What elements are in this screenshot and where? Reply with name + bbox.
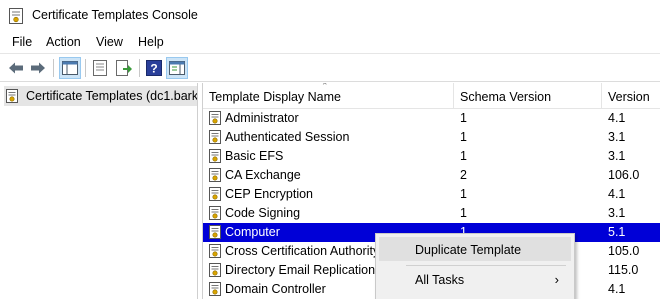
tree-item-label: Certificate Templates (dc1.barks	[26, 89, 198, 103]
forward-arrow-icon	[31, 62, 45, 74]
certificate-app-icon	[9, 8, 23, 24]
version-cell: 115.0	[608, 263, 639, 277]
schema-version-cell: 1	[460, 130, 467, 144]
schema-version-cell: 1	[460, 206, 467, 220]
table-row[interactable]: CA Exchange 2 106.0	[203, 166, 660, 185]
column-header-label: Schema Version	[460, 90, 552, 104]
table-row[interactable]: Administrator 1 4.1	[203, 109, 660, 128]
certificate-template-icon	[209, 225, 221, 239]
schema-version-cell: 2	[460, 168, 467, 182]
column-header-template-display-name[interactable]: ⌃ Template Display Name	[203, 83, 454, 109]
column-header-label: Version	[608, 90, 650, 104]
back-arrow-icon	[9, 62, 23, 74]
table-row[interactable]: Authenticated Session 1 3.1	[203, 128, 660, 147]
template-name-cell: CA Exchange	[225, 168, 301, 182]
forward-button[interactable]	[27, 57, 49, 79]
column-header-schema-version[interactable]: Schema Version	[454, 83, 602, 109]
version-cell: 105.0	[608, 244, 640, 258]
help-icon: ?	[146, 60, 162, 76]
menu-view[interactable]: View	[96, 35, 123, 49]
menu-file[interactable]: File	[12, 35, 32, 49]
context-menu: Duplicate Template All Tasks ›	[375, 233, 575, 299]
certificate-template-icon	[209, 187, 221, 201]
submenu-arrow-icon: ›	[554, 272, 559, 287]
column-header-version[interactable]: Version	[602, 83, 660, 109]
menu-item-all-tasks[interactable]: All Tasks ›	[379, 267, 571, 291]
schema-version-cell: 1	[460, 149, 467, 163]
template-name-cell: Administrator	[225, 111, 299, 125]
version-cell: 4.1	[608, 187, 626, 201]
certificate-template-icon	[209, 263, 221, 277]
column-header-label: Template Display Name	[209, 90, 341, 104]
help-button[interactable]: ?	[143, 57, 165, 79]
menu-action[interactable]: Action	[46, 35, 81, 49]
menu-item-label: All Tasks	[415, 273, 465, 287]
show-hide-tree-button[interactable]	[59, 57, 81, 79]
export-list-button[interactable]	[113, 57, 135, 79]
certificate-template-icon	[209, 111, 221, 125]
menu-separator	[406, 265, 566, 266]
window-title: Certificate Templates Console	[32, 8, 198, 22]
template-name-cell: Basic EFS	[225, 149, 284, 163]
properties-button[interactable]	[89, 57, 111, 79]
menu-item-duplicate-template[interactable]: Duplicate Template	[379, 237, 571, 261]
show-hide-action-pane-button[interactable]	[166, 57, 188, 79]
schema-version-cell: 1	[460, 187, 467, 201]
table-row[interactable]: CEP Encryption 1 4.1	[203, 185, 660, 204]
tree-pane: Certificate Templates (dc1.barks	[0, 83, 198, 299]
properties-icon	[93, 60, 107, 76]
certificate-template-icon	[209, 244, 221, 258]
show-hide-tree-icon	[62, 61, 78, 75]
export-list-icon	[116, 60, 132, 76]
title-bar: Certificate Templates Console	[0, 0, 660, 32]
certificate-template-icon	[209, 149, 221, 163]
certificate-template-icon	[209, 282, 221, 296]
version-cell: 3.1	[608, 130, 626, 144]
version-cell: 4.1	[608, 282, 626, 296]
sort-ascending-icon: ⌃	[321, 83, 329, 91]
show-hide-action-pane-icon	[169, 61, 185, 75]
svg-text:?: ?	[150, 62, 157, 76]
template-name-cell: Code Signing	[225, 206, 301, 220]
certificate-templates-icon	[6, 89, 18, 103]
toolbar: ?	[0, 53, 660, 82]
schema-version-cell: 1	[460, 111, 467, 125]
table-row[interactable]: Basic EFS 1 3.1	[203, 147, 660, 166]
version-cell: 106.0	[608, 168, 640, 182]
tree-item-certificate-templates[interactable]: Certificate Templates (dc1.barks	[4, 86, 198, 106]
back-button[interactable]	[5, 57, 27, 79]
version-cell: 5.1	[608, 225, 626, 239]
menu-item-label: Duplicate Template	[415, 243, 522, 257]
version-cell: 3.1	[608, 206, 626, 220]
menu-bar: File Action View Help	[0, 32, 660, 53]
template-name-cell: CEP Encryption	[225, 187, 314, 201]
template-name-cell: Authenticated Session	[225, 130, 350, 144]
version-cell: 3.1	[608, 149, 626, 163]
certificate-template-icon	[209, 130, 221, 144]
table-row[interactable]: Code Signing 1 3.1	[203, 204, 660, 223]
certificate-template-icon	[209, 168, 221, 182]
version-cell: 4.1	[608, 111, 626, 125]
list-header: ⌃ Template Display Name Schema Version V…	[203, 83, 660, 109]
menu-help[interactable]: Help	[138, 35, 164, 49]
certificate-template-icon	[209, 206, 221, 220]
